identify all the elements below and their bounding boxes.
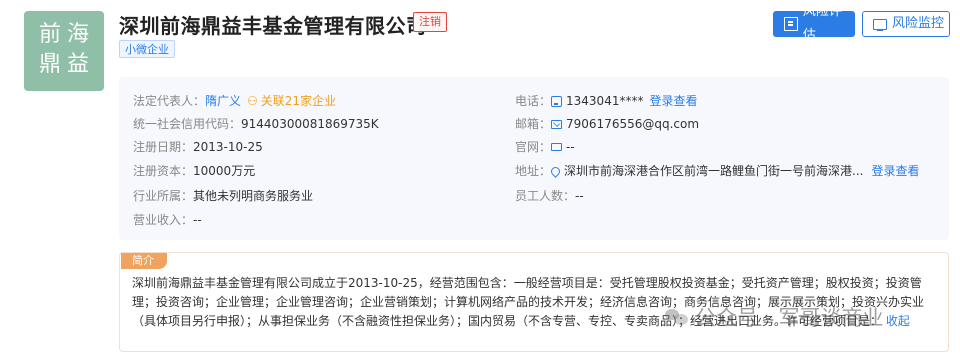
email-row: 邮箱： 7906176556@qq.com — [515, 116, 699, 132]
employees-value: -- — [575, 189, 584, 203]
watermark: 公众号 · 军哥谈商业 — [665, 302, 883, 332]
phone-row: 电话： 1343041**** 登录查看 — [515, 93, 697, 109]
industry-row: 行业所属： 其他未列明商务服务业 — [133, 188, 313, 204]
reg-date-row: 注册日期： 2013-10-25 — [133, 139, 263, 155]
logo-char: 前 — [38, 22, 61, 47]
logo-char: 益 — [66, 52, 89, 77]
monitor-icon — [873, 18, 887, 31]
credit-code-row: 统一社会信用代码： 91440300081869735K — [133, 116, 379, 132]
website-row: 官网： -- — [515, 139, 575, 155]
phone-label: 电话： — [515, 94, 552, 108]
status-badge: 注销 — [413, 12, 447, 32]
reg-capital-row: 注册资本： 10000万元 — [133, 163, 255, 179]
reg-capital-value: 10000万元 — [193, 164, 256, 178]
company-logo: 前 海 鼎 益 — [24, 11, 104, 91]
legal-rep-row: 法定代表人： 隋广义 ⚇ 关联21家企业 — [133, 93, 336, 109]
employees-label: 员工人数： — [515, 189, 576, 203]
risk-evaluation-label: 风险评估 — [802, 4, 842, 43]
risk-evaluation-button[interactable]: 风险评估 — [773, 4, 855, 43]
address-login-link[interactable]: 登录查看 — [871, 163, 919, 179]
related-icon: ⚇ — [247, 94, 258, 108]
address-row: 地址： 深圳市前海深港合作区前湾一路鲤鱼门街一号前海深港... 登录查看 — [515, 163, 919, 179]
email-value[interactable]: 7906176556@qq.com — [566, 116, 699, 132]
email-label: 邮箱： — [515, 117, 552, 131]
watermark-separator: · — [764, 309, 769, 325]
related-companies-link[interactable]: 关联21家企业 — [261, 93, 336, 109]
risk-monitor-button[interactable]: 风险监控 — [862, 11, 950, 37]
phone-login-link[interactable]: 登录查看 — [649, 93, 697, 109]
legal-rep-link[interactable]: 隋广义 — [205, 93, 241, 109]
company-name: 深圳前海鼎益丰基金管理有限公司 — [119, 14, 427, 38]
industry-label: 行业所属： — [133, 189, 194, 203]
address-value: 深圳市前海深港合作区前湾一路鲤鱼门街一号前海深港... — [564, 164, 864, 178]
reg-date-label: 注册日期： — [133, 140, 194, 154]
website-label: 官网： — [515, 140, 552, 154]
reg-capital-label: 注册资本： — [133, 164, 194, 178]
revenue-label: 营业收入： — [133, 213, 194, 227]
logo-char: 鼎 — [38, 52, 61, 77]
revenue-value: -- — [193, 213, 202, 227]
mail-icon — [551, 119, 563, 129]
address-label: 地址： — [515, 164, 552, 178]
company-type-badge: 小微企业 — [119, 40, 175, 58]
employees-row: 员工人数： -- — [515, 188, 584, 204]
location-pin-icon — [549, 164, 562, 178]
wechat-icon — [665, 307, 689, 327]
document-icon — [784, 17, 798, 31]
logo-char: 海 — [66, 22, 89, 47]
credit-code-value: 91440300081869735K — [241, 117, 379, 131]
watermark-author: 军哥谈商业 — [778, 306, 884, 330]
legal-rep-label: 法定代表人： — [133, 94, 206, 108]
website-value: -- — [566, 140, 575, 154]
phone-value: 1343041**** — [566, 94, 644, 108]
reg-date-value: 2013-10-25 — [193, 140, 263, 154]
industry-value: 其他未列明商务服务业 — [193, 189, 314, 203]
revenue-row: 营业收入： -- — [133, 212, 202, 228]
website-icon — [551, 143, 563, 151]
credit-code-label: 统一社会信用代码： — [133, 117, 242, 131]
risk-monitor-label: 风险监控 — [892, 16, 945, 31]
collapse-link[interactable]: 收起 — [886, 314, 910, 328]
phone-icon — [551, 95, 563, 107]
intro-tag: 简介 — [121, 253, 167, 269]
watermark-platform: 公众号 — [695, 306, 758, 330]
